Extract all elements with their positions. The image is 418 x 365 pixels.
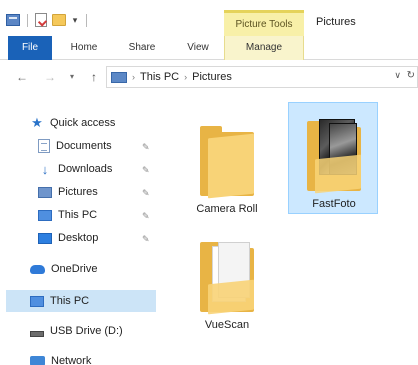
- nav-label: USB Drive (D:): [50, 325, 123, 337]
- pin-icon[interactable]: ✎: [142, 188, 150, 199]
- folder-label: FastFoto: [312, 198, 356, 210]
- quick-access-toolbar: ▾: [6, 12, 89, 28]
- pin-icon[interactable]: ✎: [142, 234, 150, 245]
- cloud-icon: [30, 264, 45, 274]
- nav-label: Pictures: [58, 186, 98, 198]
- nav-label: This PC: [50, 295, 90, 307]
- documents-icon: [38, 139, 50, 153]
- nav-usb-drive[interactable]: USB Drive (D:): [30, 320, 123, 342]
- monitor-icon: [30, 295, 44, 307]
- chevron-down-icon[interactable]: ∨: [394, 70, 401, 81]
- properties-icon[interactable]: [35, 13, 47, 27]
- nav-documents[interactable]: Documents: [38, 135, 158, 157]
- toolbar-separator: [86, 13, 87, 27]
- nav-label: This PC: [58, 209, 98, 221]
- file-list: Camera Roll FastFoto VueScan: [160, 92, 418, 365]
- folder-icon: [200, 122, 254, 199]
- pictures-icon: [38, 186, 52, 198]
- picture-tools-group: Picture Tools: [224, 10, 304, 36]
- folder-vuescan[interactable]: VueScan: [182, 224, 272, 342]
- navigation-pane: ★ Quick access Documents ✎ ↓ Downloads ✎…: [0, 100, 160, 365]
- monitor-icon: [111, 71, 127, 83]
- window-title: Pictures: [316, 16, 356, 28]
- tab-view[interactable]: View: [178, 36, 218, 60]
- folder-label: VueScan: [204, 319, 250, 331]
- arrow-right-icon[interactable]: →: [42, 69, 58, 85]
- nav-this-pc-quick[interactable]: This PC: [38, 204, 158, 226]
- nav-downloads[interactable]: ↓ Downloads: [38, 158, 158, 180]
- navigation-row: ← → ▾ ↑ › This PC › Pictures ∨ ↻: [0, 62, 418, 92]
- arrow-up-icon[interactable]: ↑: [86, 69, 102, 85]
- file-explorer-icon[interactable]: [6, 14, 20, 26]
- breadcrumb-this-pc[interactable]: This PC: [140, 71, 179, 83]
- star-icon: ★: [31, 115, 43, 130]
- address-bar[interactable]: › This PC › Pictures ∨ ↻: [106, 66, 418, 88]
- folder-camera-roll[interactable]: Camera Roll: [182, 108, 272, 226]
- usb-drive-icon: [30, 331, 44, 337]
- tab-share[interactable]: Share: [120, 36, 164, 60]
- folder-icon: [200, 238, 254, 315]
- network-icon: [30, 356, 45, 365]
- new-folder-icon[interactable]: [52, 14, 66, 26]
- folder-front: [315, 154, 361, 194]
- breadcrumb-separator[interactable]: ›: [184, 72, 187, 82]
- download-arrow-icon: ↓: [41, 161, 49, 177]
- nav-this-pc[interactable]: This PC: [30, 290, 89, 312]
- nav-label: Downloads: [58, 163, 113, 175]
- folder-icon: [307, 117, 361, 194]
- nav-desktop[interactable]: Desktop: [38, 227, 158, 249]
- pin-icon[interactable]: ✎: [142, 142, 150, 153]
- breadcrumb-pictures[interactable]: Pictures: [192, 71, 232, 83]
- breadcrumb-separator[interactable]: ›: [132, 72, 135, 82]
- tab-manage[interactable]: Manage: [224, 36, 304, 60]
- title-bar: ▾ Picture Tools Pictures: [0, 0, 418, 36]
- pin-icon[interactable]: ✎: [142, 211, 150, 222]
- chevron-down-icon[interactable]: ▾: [64, 69, 80, 85]
- toolbar-separator: [27, 13, 28, 27]
- tab-file[interactable]: File: [8, 36, 52, 60]
- folder-front: [208, 133, 254, 199]
- folder-fastfoto[interactable]: FastFoto: [288, 102, 378, 214]
- nav-label: Documents: [56, 140, 112, 152]
- nav-label: OneDrive: [51, 263, 98, 275]
- nav-label: Quick access: [50, 117, 116, 129]
- nav-pictures[interactable]: Pictures: [38, 181, 158, 203]
- desktop-icon: [38, 232, 52, 244]
- nav-label: Desktop: [58, 232, 99, 244]
- arrow-left-icon[interactable]: ←: [14, 69, 30, 85]
- nav-network[interactable]: Network: [30, 350, 91, 365]
- ribbon-tabs: File Home Share View Manage: [0, 36, 418, 60]
- nav-label: Network: [51, 355, 92, 365]
- folder-front: [208, 279, 254, 315]
- pin-icon[interactable]: ✎: [142, 165, 150, 176]
- tab-home[interactable]: Home: [62, 36, 106, 60]
- customize-toolbar-icon[interactable]: ▾: [71, 15, 79, 25]
- picture-tools-label: Picture Tools: [235, 19, 293, 30]
- refresh-icon[interactable]: ↻: [407, 70, 415, 81]
- nav-onedrive[interactable]: OneDrive: [30, 258, 97, 280]
- monitor-icon: [38, 209, 52, 221]
- folder-label: Camera Roll: [196, 203, 258, 215]
- nav-quick-access[interactable]: ★ Quick access: [30, 112, 115, 134]
